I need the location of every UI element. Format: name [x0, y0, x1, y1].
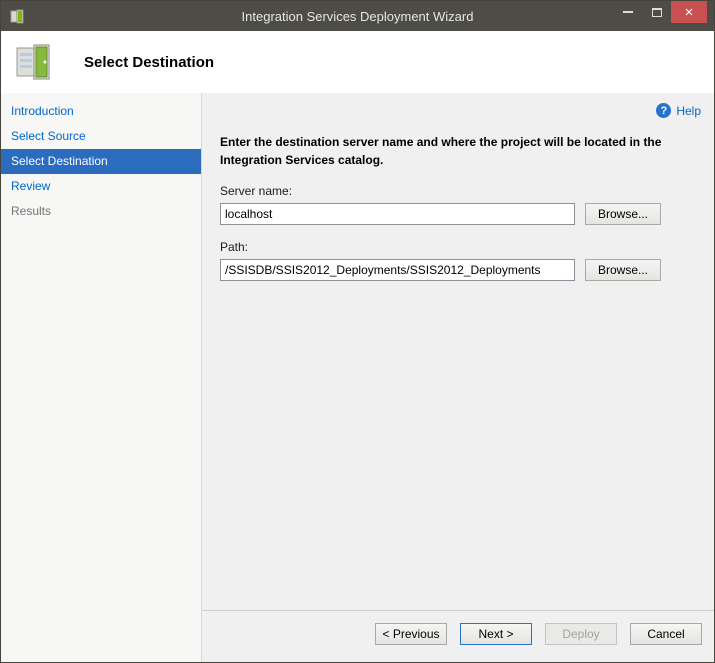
help-link[interactable]: Help [676, 104, 701, 118]
window-controls: × [613, 1, 707, 23]
main-panel: ? Help Enter the destination server name… [201, 93, 714, 662]
sidebar-item-introduction[interactable]: Introduction [1, 99, 201, 124]
wizard-icon [14, 39, 60, 85]
window-title: Integration Services Deployment Wizard [241, 8, 474, 24]
wizard-window: Integration Services Deployment Wizard ×… [0, 0, 715, 663]
page-title: Select Destination [84, 53, 215, 71]
wizard-footer: < Previous Next > Deploy Cancel [202, 610, 714, 662]
close-button[interactable]: × [671, 1, 707, 23]
sidebar-item-review[interactable]: Review [1, 174, 201, 199]
previous-button[interactable]: < Previous [375, 623, 447, 645]
titlebar: Integration Services Deployment Wizard × [1, 1, 714, 31]
minimize-icon [622, 11, 633, 13]
path-input[interactable] [220, 259, 575, 281]
wizard-body: Introduction Select Source Select Destin… [1, 93, 714, 662]
deploy-button: Deploy [545, 623, 617, 645]
server-name-row: Browse... [220, 203, 714, 225]
help-icon[interactable]: ? [656, 103, 672, 118]
next-button[interactable]: Next > [460, 623, 532, 645]
destination-form: Enter the destination server name and wh… [202, 118, 714, 281]
server-browse-button[interactable]: Browse... [585, 203, 661, 225]
close-icon: × [684, 3, 694, 21]
page-header: Select Destination [1, 31, 714, 93]
maximize-icon [651, 7, 662, 17]
cancel-button[interactable]: Cancel [630, 623, 702, 645]
app-icon [10, 8, 26, 24]
sidebar-item-select-source[interactable]: Select Source [1, 124, 201, 149]
instruction-text: Enter the destination server name and wh… [220, 135, 662, 167]
path-browse-button[interactable]: Browse... [585, 259, 661, 281]
step-sidebar: Introduction Select Source Select Destin… [1, 93, 201, 662]
server-name-label: Server name: [220, 184, 293, 198]
sidebar-item-select-destination[interactable]: Select Destination [1, 149, 201, 174]
sidebar-item-results: Results [11, 204, 52, 218]
path-row: Browse... [220, 259, 714, 281]
server-name-input[interactable] [220, 203, 575, 225]
path-label: Path: [220, 240, 249, 254]
help-row: ? Help [202, 93, 714, 118]
maximize-button[interactable] [642, 1, 671, 23]
minimize-button[interactable] [613, 1, 642, 23]
